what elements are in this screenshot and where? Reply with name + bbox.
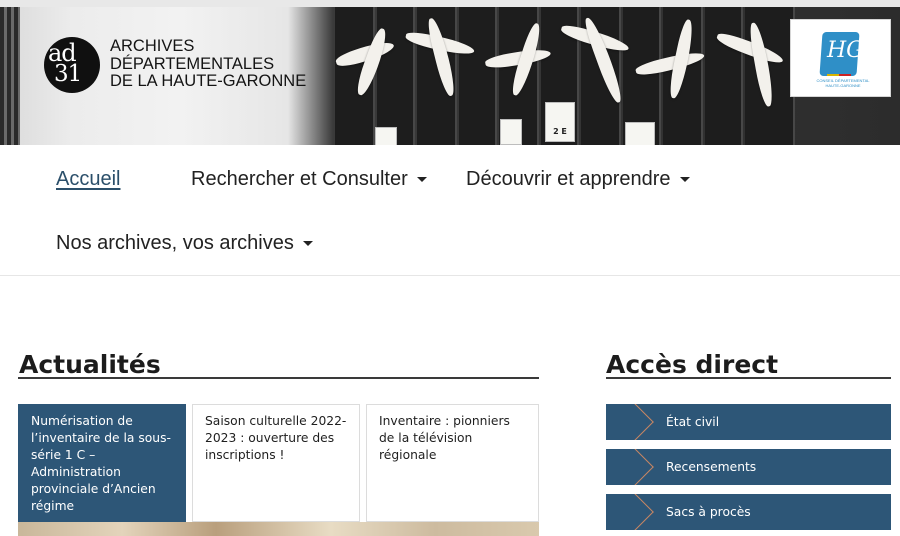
news-card-title: Numérisation de l’inventaire de la sous-… (31, 414, 171, 513)
site-title-line-1: ARCHIVES (110, 37, 195, 55)
hg-logo-caption: CONSEIL DÉPARTEMENTAL HAUTE-GARONNE (816, 78, 870, 88)
nav-item-accueil[interactable]: Accueil (56, 168, 120, 191)
logo-text-31: 31 (54, 61, 82, 87)
caret-down-icon (302, 241, 313, 247)
ad31-logo[interactable]: ad 31 (44, 37, 100, 93)
news-card[interactable]: Saison culturelle 2022-2023 : ouverture … (192, 404, 360, 522)
chevron-right-icon (614, 494, 654, 530)
caret-down-icon (679, 177, 690, 183)
banner-frame (0, 0, 900, 7)
binder-label: 2 E (545, 102, 575, 142)
direct-link-sacs-a-proces[interactable]: Sacs à procès (606, 494, 891, 530)
banner-shelf-edge (0, 7, 20, 145)
direct-link-label: Recensements (666, 460, 757, 474)
direct-link-etat-civil[interactable]: État civil (606, 404, 891, 440)
banner-archive-binders-photo: 2 E (334, 7, 795, 145)
main-navigation: Accueil Rechercher et Consulter Découvri… (0, 145, 900, 276)
news-featured-image[interactable] (18, 522, 539, 536)
nav-item-rechercher-et-consulter[interactable]: Rechercher et Consulter (191, 168, 427, 191)
nav-item-label: Nos archives, vos archives (56, 232, 294, 254)
news-section-title: Actualités (19, 350, 161, 379)
hg-logo-text: HG (827, 38, 864, 63)
site-title[interactable]: ARCHIVES DÉPARTEMENTALES DE LA HAUTE-GAR… (110, 37, 307, 91)
site-title-line-2: DÉPARTEMENTALES (110, 54, 275, 73)
header-banner: 2 E ad 31 ARCHIVES DÉPARTEMENTALES DE LA… (0, 0, 900, 145)
news-card-title: Saison culturelle 2022-2023 : ouverture … (205, 414, 347, 462)
news-card-title: Inventaire : pionniers de la télévision … (379, 414, 510, 462)
chevron-right-icon (614, 449, 654, 485)
chevron-right-icon (614, 404, 654, 440)
direct-link-label: Sacs à procès (666, 505, 751, 519)
haute-garonne-partner-logo[interactable]: HG CONSEIL DÉPARTEMENTAL HAUTE-GARONNE (790, 19, 891, 97)
nav-item-label: Découvrir et apprendre (466, 168, 671, 190)
site-title-line-3: DE LA HAUTE-GARONNE (110, 72, 307, 90)
direct-link-recensements[interactable]: Recensements (606, 449, 891, 485)
caret-down-icon (416, 177, 427, 183)
nav-item-decouvrir-et-apprendre[interactable]: Découvrir et apprendre (466, 168, 690, 191)
direct-access-title: Accès direct (606, 350, 779, 379)
news-card[interactable]: Numérisation de l’inventaire de la sous-… (18, 404, 186, 522)
news-card[interactable]: Inventaire : pionniers de la télévision … (366, 404, 539, 522)
nav-item-label: Rechercher et Consulter (191, 168, 408, 190)
news-section-divider (18, 377, 539, 379)
direct-link-label: État civil (666, 415, 720, 429)
nav-item-nos-archives-vos-archives[interactable]: Nos archives, vos archives (56, 232, 313, 255)
nav-item-label: Accueil (56, 168, 121, 190)
direct-access-divider (606, 377, 891, 379)
hg-logo-flag (827, 74, 851, 76)
